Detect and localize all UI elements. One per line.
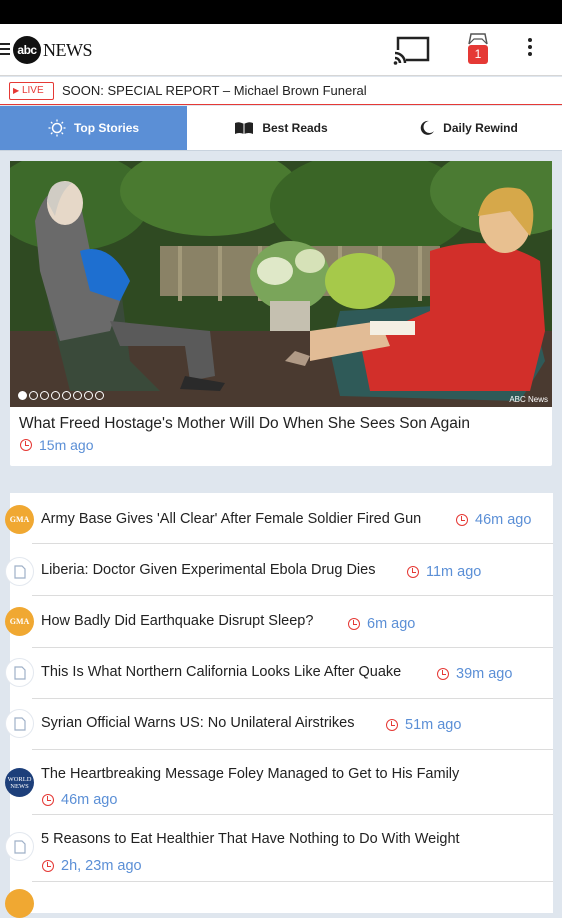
app-bar: abc NEWS 1 — [0, 24, 562, 76]
clock-icon — [386, 719, 398, 731]
list-item[interactable]: 5 Reasons to Eat Healthier That Have Not… — [5, 816, 553, 882]
gma-icon: GMA — [5, 505, 34, 534]
clock-icon — [456, 514, 468, 526]
list-item[interactable]: This Is What Northern California Looks L… — [5, 648, 553, 699]
hero-timestamp: 15m ago — [20, 437, 93, 453]
clock-icon — [42, 794, 54, 806]
ticker-text: SOON: SPECIAL REPORT – Michael Brown Fun… — [62, 83, 367, 98]
story-timestamp: 46m ago — [42, 792, 117, 808]
tab-label: Top Stories — [73, 121, 140, 135]
story-title: The Heartbreaking Message Foley Managed … — [41, 766, 460, 782]
play-icon: ▶ — [13, 86, 20, 95]
clock-icon — [42, 860, 54, 872]
carousel-dot[interactable] — [40, 391, 49, 400]
inbox-icon — [468, 33, 488, 45]
story-timestamp: 51m ago — [386, 717, 461, 733]
divider — [32, 814, 553, 815]
cast-icon[interactable] — [392, 36, 432, 66]
story-timestamp: 6m ago — [348, 616, 415, 632]
timestamp-text: 15m ago — [39, 437, 94, 453]
carousel-dot[interactable] — [84, 391, 93, 400]
clock-icon — [437, 668, 449, 680]
book-icon — [235, 122, 254, 134]
abc-news-logo[interactable]: abc NEWS — [13, 36, 93, 64]
story-list: GMA Army Base Gives 'All Clear' After Fe… — [5, 493, 553, 918]
tab-label: Daily Rewind — [443, 121, 518, 135]
sun-icon — [48, 119, 66, 137]
live-ticker[interactable]: ▶ LIVE SOON: SPECIAL REPORT – Michael Br… — [0, 77, 562, 105]
story-title: Army Base Gives 'All Clear' After Female… — [41, 511, 422, 527]
carousel-dot[interactable] — [95, 391, 104, 400]
divider — [32, 595, 553, 596]
clock-icon — [407, 566, 419, 578]
story-timestamp: 2h, 23m ago — [42, 858, 142, 874]
notification-count-badge: 1 — [468, 45, 488, 64]
clock-icon — [348, 618, 360, 630]
hero-image[interactable]: ABC News — [10, 161, 552, 407]
divider — [32, 543, 553, 544]
tab-daily-rewind[interactable]: Daily Rewind — [375, 106, 562, 150]
story-timestamp: 11m ago — [407, 564, 481, 580]
document-icon — [5, 658, 34, 687]
status-bar — [0, 0, 562, 24]
carousel-dot[interactable] — [62, 391, 71, 400]
story-title: 5 Reasons to Eat Healthier That Have Not… — [41, 831, 460, 847]
world-news-icon: WORLD NEWS — [5, 768, 34, 797]
notifications-button[interactable]: 1 — [466, 32, 492, 68]
story-title: This Is What Northern California Looks L… — [41, 664, 402, 680]
story-title: Syrian Official Warns US: No Unilateral … — [41, 715, 355, 731]
carousel-dot[interactable] — [73, 391, 82, 400]
story-timestamp: 39m ago — [437, 666, 512, 682]
carousel-dot[interactable] — [29, 391, 38, 400]
photo-credit: ABC News — [509, 395, 548, 404]
document-icon — [5, 557, 34, 586]
carousel-dot[interactable] — [18, 391, 27, 400]
story-timestamp: 46m ago — [456, 512, 531, 528]
tab-label: Best Reads — [262, 121, 328, 135]
moon-icon — [420, 120, 435, 135]
list-item[interactable]: WORLD NEWS The Heartbreaking Message Fol… — [5, 750, 553, 815]
logo-mark: abc — [13, 36, 41, 64]
list-item[interactable]: GMA How Badly Did Earthquake Disrupt Sle… — [5, 597, 553, 648]
hero-title[interactable]: What Freed Hostage's Mother Will Do When… — [19, 415, 470, 433]
list-item[interactable]: Liberia: Doctor Given Experimental Ebola… — [5, 545, 553, 596]
divider — [32, 881, 553, 882]
tab-top-stories[interactable]: Top Stories — [0, 106, 187, 150]
gma-icon: GMA — [5, 607, 34, 636]
document-icon — [5, 709, 34, 738]
story-title: How Badly Did Earthquake Disrupt Sleep? — [41, 613, 314, 629]
carousel-dot[interactable] — [51, 391, 60, 400]
list-item[interactable]: Syrian Official Warns US: No Unilateral … — [5, 699, 553, 750]
document-icon — [5, 832, 34, 861]
logo-text: NEWS — [43, 39, 93, 60]
carousel-dots[interactable] — [18, 391, 106, 400]
tab-best-reads[interactable]: Best Reads — [187, 106, 375, 150]
section-tabs: Top Stories Best Reads Daily Rewind — [0, 106, 562, 151]
story-title: Liberia: Doctor Given Experimental Ebola… — [41, 562, 376, 578]
overflow-menu-icon[interactable] — [524, 38, 536, 62]
gma-icon — [5, 889, 34, 918]
live-badge: ▶ LIVE — [9, 82, 54, 100]
hero-story-card[interactable]: ABC News What Freed Hostage's Mother Wil… — [10, 161, 552, 466]
live-label: LIVE — [21, 85, 44, 96]
clock-icon — [20, 439, 32, 451]
menu-icon[interactable] — [0, 43, 10, 57]
list-item[interactable]: GMA Army Base Gives 'All Clear' After Fe… — [5, 493, 553, 544]
